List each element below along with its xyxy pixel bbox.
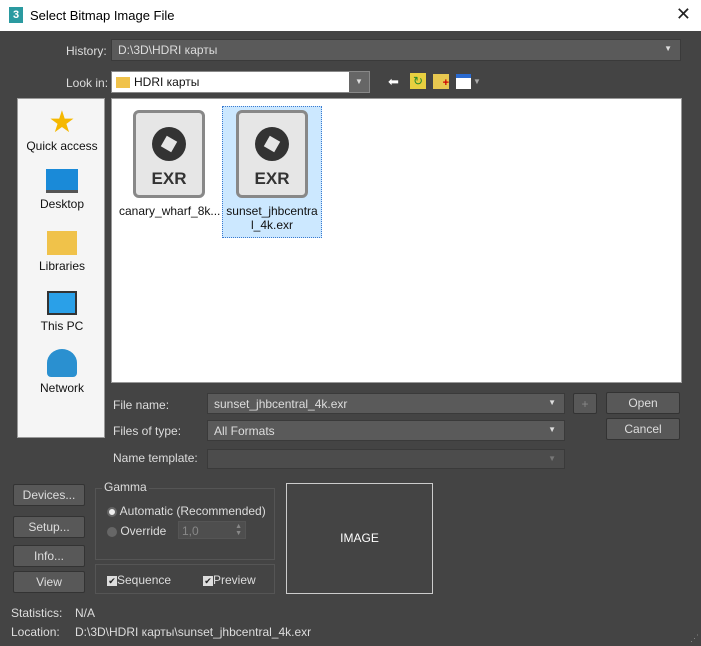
- gamma-automatic-radio[interactable]: Automatic (Recommended): [107, 504, 266, 518]
- open-button[interactable]: Open: [606, 392, 680, 414]
- override-value-spinner[interactable]: 1,0 ▲ ▼: [178, 521, 246, 539]
- cancel-button[interactable]: Cancel: [606, 418, 680, 440]
- folder-icon: [116, 77, 130, 89]
- view-button[interactable]: View: [13, 571, 85, 593]
- sidebar-item-this-pc[interactable]: This PC: [18, 291, 106, 333]
- sidebar-item-libraries[interactable]: Libraries: [18, 231, 106, 273]
- sidebar-item-network[interactable]: Network: [18, 349, 106, 395]
- new-folder-icon[interactable]: +: [433, 74, 449, 89]
- star-icon: ★: [48, 106, 76, 139]
- exr-file-icon: EXR: [133, 110, 205, 198]
- radio-selected-icon: [107, 506, 117, 517]
- exr-file-icon: EXR: [236, 110, 308, 198]
- checkmark-icon: ✔: [203, 575, 213, 586]
- chevron-down-icon[interactable]: ▼: [473, 77, 481, 86]
- folder-icon: [47, 231, 77, 255]
- history-value: D:\3D\HDRI карты: [118, 43, 218, 57]
- devices-button[interactable]: Devices...: [13, 484, 85, 506]
- info-button[interactable]: Info...: [13, 545, 85, 567]
- gamma-override-label: Override: [120, 524, 167, 538]
- view-menu-icon[interactable]: [456, 74, 471, 89]
- history-dropdown[interactable]: D:\3D\HDRI карты ▼: [111, 39, 681, 61]
- file-name-label: File name:: [113, 398, 170, 412]
- file-name: sunset_jhbcentral_4k.exr: [226, 204, 318, 232]
- window-title: Select Bitmap Image File: [30, 8, 175, 23]
- files-of-type-label: Files of type:: [113, 424, 182, 438]
- history-label: History:: [66, 44, 107, 58]
- chevron-down-icon[interactable]: ▼: [349, 72, 369, 92]
- aperture-icon: [255, 127, 289, 161]
- chevron-down-icon: ▼: [548, 425, 556, 434]
- location-label: Location:: [11, 625, 60, 639]
- up-folder-icon[interactable]: ↻: [410, 73, 426, 89]
- setup-button[interactable]: Setup...: [13, 516, 85, 538]
- look-in-value: HDRI карты: [134, 75, 200, 89]
- chevron-down-icon: ▼: [548, 454, 556, 463]
- radio-unselected-icon: [107, 526, 117, 537]
- sidebar-item-label: This PC: [40, 319, 84, 333]
- sidebar-item-label: Network: [39, 381, 84, 395]
- look-in-dropdown[interactable]: HDRI карты ▼: [111, 71, 370, 93]
- chevron-down-icon: ▼: [664, 44, 672, 53]
- file-name: canary_wharf_8k...: [119, 204, 221, 218]
- name-template-label: Name template:: [113, 451, 198, 465]
- files-of-type-value: All Formats: [214, 424, 275, 438]
- file-name-value: sunset_jhbcentral_4k.exr: [214, 397, 348, 411]
- places-sidebar: ★ Quick access Desktop Libraries This PC …: [17, 98, 105, 438]
- sidebar-item-desktop[interactable]: Desktop: [18, 169, 106, 211]
- back-icon[interactable]: ⬅: [388, 74, 399, 90]
- close-button[interactable]: ✕: [676, 4, 691, 25]
- file-ext: EXR: [151, 169, 187, 188]
- file-name-input[interactable]: sunset_jhbcentral_4k.exr ▼: [207, 393, 565, 414]
- sidebar-item-label: Quick access: [26, 139, 98, 153]
- aperture-icon: [152, 127, 186, 161]
- gamma-title: Gamma: [102, 480, 149, 494]
- spinner-arrows-icon: ▲ ▼: [235, 523, 242, 537]
- gamma-override-radio[interactable]: Override: [107, 524, 166, 538]
- title-bar: 3 Select Bitmap Image File ✕: [0, 0, 701, 31]
- sidebar-item-quick-access[interactable]: ★ Quick access: [18, 106, 106, 154]
- chevron-down-icon: ▼: [548, 398, 556, 407]
- network-icon: [47, 349, 77, 377]
- statistics-label: Statistics:: [11, 606, 63, 620]
- override-value: 1,0: [182, 524, 199, 538]
- location-value: D:\3D\HDRI карты\sunset_jhbcentral_4k.ex…: [75, 625, 312, 639]
- files-of-type-dropdown[interactable]: All Formats ▼: [207, 420, 565, 441]
- preview-checkbox[interactable]: ✔Preview: [203, 573, 256, 587]
- sidebar-item-label: Libraries: [38, 259, 86, 273]
- sequence-label: Sequence: [117, 573, 172, 587]
- gamma-automatic-label: Automatic (Recommended): [119, 504, 266, 518]
- app-icon: 3: [9, 7, 23, 23]
- name-template-dropdown[interactable]: ▼: [207, 449, 565, 469]
- file-list: EXR canary_wharf_8k... EXR sunset_jhbcen…: [111, 98, 682, 383]
- statistics-value: N/A: [75, 606, 96, 620]
- checkmark-icon: ✔: [107, 575, 117, 586]
- image-preview: IMAGE: [286, 483, 433, 594]
- file-item[interactable]: EXR canary_wharf_8k...: [119, 107, 221, 218]
- file-item-selected[interactable]: EXR sunset_jhbcentral_4k.exr: [222, 106, 322, 238]
- resize-grip-icon[interactable]: ⋰: [690, 633, 699, 644]
- preview-label: Preview: [213, 573, 256, 587]
- sidebar-item-label: Desktop: [39, 197, 85, 211]
- look-in-label: Look in:: [66, 76, 109, 90]
- plus-button[interactable]: +: [573, 393, 597, 414]
- monitor-icon: [47, 291, 77, 315]
- file-ext: EXR: [254, 169, 290, 188]
- desktop-icon: [46, 169, 78, 193]
- sequence-checkbox[interactable]: ✔Sequence: [107, 573, 171, 587]
